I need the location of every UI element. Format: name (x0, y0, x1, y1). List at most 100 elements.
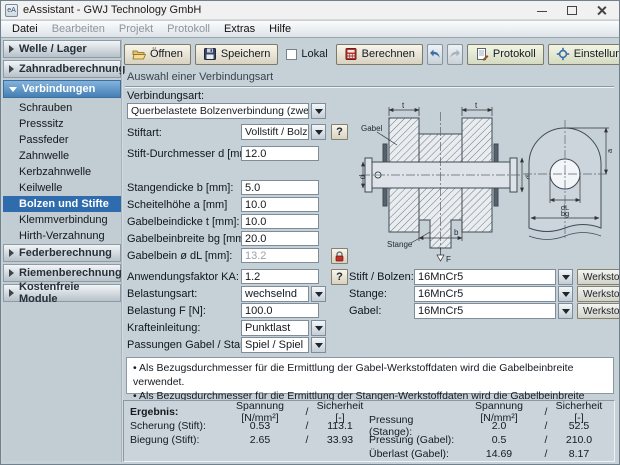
result-safety: 210.0 (551, 434, 607, 446)
verbindungsart-value[interactable]: Querbelastete Bolzenverbindung (zweischn… (127, 103, 309, 119)
chevron-down-icon[interactable] (311, 124, 326, 140)
stift-bolzen-material-value[interactable]: 16MnCr5 (414, 269, 556, 285)
stangendicke-input[interactable]: 5.0 (241, 180, 319, 195)
maximize-icon[interactable] (567, 5, 577, 15)
sidebar-section-federberechnung[interactable]: Federberechnung (3, 244, 121, 262)
menu-extras[interactable]: Extras (217, 22, 262, 36)
local-checkbox[interactable] (286, 49, 297, 60)
chevron-down-icon[interactable] (558, 286, 573, 302)
gabelbein-dl-label: Gabelbein ø dL [mm]: (127, 250, 232, 262)
gabelbeindicke-input[interactable]: 10.0 (241, 214, 319, 229)
stiftart-help-button[interactable]: ? (331, 124, 348, 140)
redo-button[interactable] (447, 44, 463, 65)
chevron-down-icon[interactable] (311, 286, 326, 302)
menu-datei[interactable]: Datei (5, 22, 45, 36)
results-title: Ergebnis: (130, 406, 218, 418)
close-icon[interactable] (597, 5, 607, 15)
chevron-down-icon[interactable] (311, 320, 326, 336)
open-button[interactable]: Öffnen (124, 44, 191, 65)
verbindungsart-label: Verbindungsart: (127, 90, 204, 102)
gabelbein-dl-lock-button[interactable] (331, 248, 348, 264)
sidebar-item-kerbzahnwelle[interactable]: Kerbzahnwelle (3, 164, 121, 180)
sidebar-item-keilwelle[interactable]: Keilwelle (3, 180, 121, 196)
krafteinleitung-select[interactable]: Punktlast (241, 320, 326, 336)
stiftart-label: Stiftart: (127, 127, 162, 139)
sidebar-item-klemmverbindung[interactable]: Klemmverbindung (3, 212, 121, 228)
menu-bearbeiten: Bearbeiten (45, 22, 112, 36)
result-row-label: Scherung (Stift): (130, 420, 218, 432)
separator: / (541, 406, 551, 418)
calculate-label: Berechnen (362, 48, 415, 60)
chevron-down-icon[interactable] (311, 103, 326, 119)
chevron-down-icon[interactable] (558, 269, 573, 285)
anwendungsfaktor-help-button[interactable]: ? (331, 269, 348, 285)
section-label: Verbindungen (22, 83, 95, 95)
notes-box: Als Bezugsdurchmesser für die Ermittlung… (126, 357, 614, 394)
sidebar-section-riemenberechnung[interactable]: Riemenberechnung (3, 264, 121, 282)
belastung-input[interactable]: 100.0 (241, 303, 319, 318)
sidebar-section-zahnradberechnung[interactable]: Zahnradberechnung (3, 60, 121, 78)
result-stress: 0.53 (218, 420, 302, 432)
separator: / (302, 420, 312, 432)
stift-bolzen-werkstoff-button[interactable]: Werkstoff (577, 269, 620, 285)
belastungsart-value[interactable]: wechselnd (241, 286, 309, 302)
gabelbein-dl-input: 13.2 (241, 248, 319, 263)
gabelbeinbreite-input[interactable]: 20.0 (241, 231, 319, 246)
sidebar-section-verbindungen[interactable]: Verbindungen (3, 80, 121, 98)
stange-material-select[interactable]: 16MnCr5 (414, 286, 573, 302)
separator: / (302, 434, 312, 446)
passungen-select[interactable]: Spiel / Spiel (241, 337, 326, 353)
stange-werkstoff-button[interactable]: Werkstoff (577, 286, 620, 302)
title-bar: eA eAssistant - GWJ Technology GmbH (1, 1, 619, 20)
gabel-material-select[interactable]: 16MnCr5 (414, 303, 573, 319)
verbindungsart-select[interactable]: Querbelastete Bolzenverbindung (zweischn… (127, 103, 326, 119)
protocol-button[interactable]: Protokoll (467, 44, 544, 65)
results-right: Spannung [N/mm²] / Sicherheit [-] Pressu… (369, 405, 608, 457)
undo-button[interactable] (427, 44, 443, 65)
drawing-gabel-label: Gabel (361, 124, 383, 133)
results-left: Ergebnis: Spannung [N/mm²] / Sicherheit … (130, 405, 369, 457)
settings-button[interactable]: Einstellungen (548, 44, 620, 65)
gabel-werkstoff-button[interactable]: Werkstoff (577, 303, 620, 319)
minimize-icon[interactable] (537, 5, 547, 15)
menu-hilfe[interactable]: Hilfe (262, 22, 298, 36)
sidebar-item-schrauben[interactable]: Schrauben (3, 100, 121, 116)
chevron-down-icon[interactable] (311, 337, 326, 353)
stift-bolzen-material-select[interactable]: 16MnCr5 (414, 269, 573, 285)
durchmesser-label: Stift-Durchmesser d [mm]: (127, 148, 255, 160)
sidebar-item-presssitz[interactable]: Presssitz (3, 116, 121, 132)
sidebar-section-welle-lager[interactable]: Welle / Lager (3, 40, 121, 58)
drawing-t-label: t (402, 101, 405, 110)
separator: / (302, 406, 312, 418)
chevron-down-icon[interactable] (558, 303, 573, 319)
durchmesser-input[interactable]: 12.0 (241, 146, 319, 161)
protocol-label: Protokoll (493, 48, 536, 60)
stiftart-value[interactable]: Vollstift / Bolzen (241, 124, 309, 140)
chevron-right-icon (9, 249, 14, 257)
anwendungsfaktor-input[interactable]: 1.2 (241, 269, 319, 284)
sidebar-item-zahnwelle[interactable]: Zahnwelle (3, 148, 121, 164)
section-label: Zahnradberechnung (19, 63, 125, 75)
passungen-value[interactable]: Spiel / Spiel (241, 337, 309, 353)
scheitelhoehe-input[interactable]: 10.0 (241, 197, 319, 212)
local-toggle[interactable]: Lokal (282, 48, 331, 60)
drawing-t2-label: t (475, 101, 478, 110)
krafteinleitung-value[interactable]: Punktlast (241, 320, 309, 336)
sidebar-item-passfeder[interactable]: Passfeder (3, 132, 121, 148)
gabel-material-value[interactable]: 16MnCr5 (414, 303, 556, 319)
belastungsart-select[interactable]: wechselnd (241, 286, 326, 302)
sidebar-section-kostenfreie-module[interactable]: Kostenfreie Module (3, 284, 121, 302)
sidebar: Welle / Lager Zahnradberechnung Verbindu… (3, 40, 121, 461)
stiftart-select[interactable]: Vollstift / Bolzen (241, 124, 326, 140)
sidebar-item-bolzen-und-stifte[interactable]: Bolzen und Stifte (3, 196, 121, 212)
sidebar-divider (121, 39, 123, 462)
menu-bar: Datei Bearbeiten Projekt Protokoll Extra… (1, 21, 619, 38)
result-stress: 2.65 (218, 434, 302, 446)
result-safety: 113.1 (312, 420, 368, 432)
calculate-button[interactable]: Berechnen (336, 44, 423, 65)
belastung-label: Belastung F [N]: (127, 305, 206, 317)
stange-material-value[interactable]: 16MnCr5 (414, 286, 556, 302)
sidebar-item-hirth-verzahnung[interactable]: Hirth-Verzahnung (3, 228, 121, 244)
save-button[interactable]: Speichern (195, 44, 279, 65)
result-row-label: Biegung (Stift): (130, 434, 218, 446)
